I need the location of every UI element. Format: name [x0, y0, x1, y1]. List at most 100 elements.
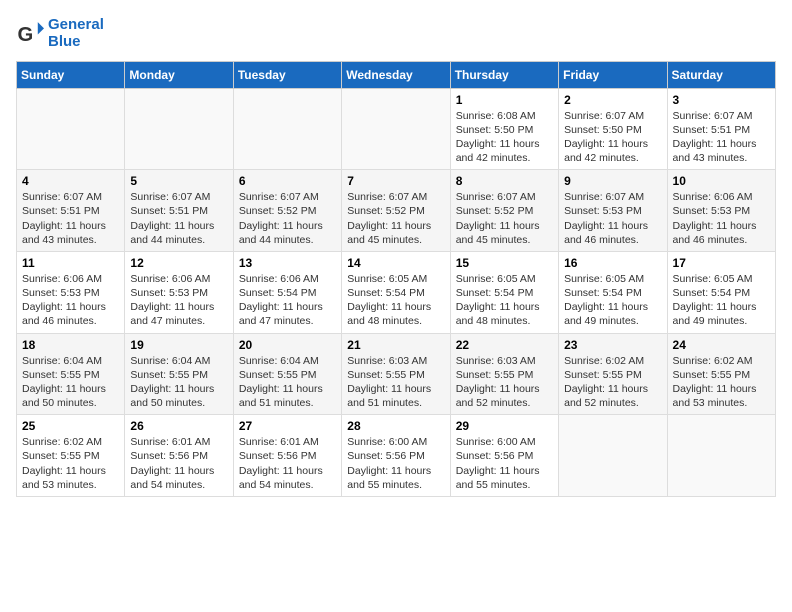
calendar-week-1: 1Sunrise: 6:08 AM Sunset: 5:50 PM Daylig… — [17, 88, 776, 170]
day-info: Sunrise: 6:05 AM Sunset: 5:54 PM Dayligh… — [456, 272, 553, 329]
day-info: Sunrise: 6:07 AM Sunset: 5:52 PM Dayligh… — [456, 190, 553, 247]
calendar-week-3: 11 Sunrise: 6:06 AM Sunset: 5:53 PM Dayli… — [17, 251, 776, 333]
calendar-cell: 5 Sunrise: 6:07 AM Sunset: 5:51 PM Daylig… — [125, 170, 233, 252]
day-info: Sunrise: 6:05 AM Sunset: 5:54 PM Dayligh… — [347, 272, 444, 329]
day-number: 13 — [239, 256, 336, 270]
day-info: Sunrise: 6:07 AM Sunset: 5:51 PM Dayligh… — [130, 190, 227, 247]
calendar-cell: 13 Sunrise: 6:06 AM Sunset: 5:54 PM Dayli… — [233, 251, 341, 333]
calendar-cell: 4 Sunrise: 6:07 AM Sunset: 5:51 PM Daylig… — [17, 170, 125, 252]
day-number: 21 — [347, 338, 444, 352]
day-info: Sunrise: 6:03 AM Sunset: 5:55 PM Dayligh… — [347, 354, 444, 411]
calendar-header: SundayMondayTuesdayWednesdayThursdayFrid… — [17, 61, 776, 88]
day-number: 2 — [564, 93, 661, 107]
day-number: 17 — [673, 256, 770, 270]
day-info: Sunrise: 6:07 AM Sunset: 5:51 PM Dayligh… — [673, 109, 770, 166]
calendar-cell: 18 Sunrise: 6:04 AM Sunset: 5:55 PM Dayli… — [17, 333, 125, 415]
day-number: 6 — [239, 174, 336, 188]
calendar-cell: 25Sunrise: 6:02 AM Sunset: 5:55 PM Dayli… — [17, 415, 125, 497]
calendar-cell: 8 Sunrise: 6:07 AM Sunset: 5:52 PM Daylig… — [450, 170, 558, 252]
calendar-cell: 23 Sunrise: 6:02 AM Sunset: 5:55 PM Dayli… — [559, 333, 667, 415]
header-tuesday: Tuesday — [233, 61, 341, 88]
day-number: 26 — [130, 419, 227, 433]
day-info: Sunrise: 6:04 AM Sunset: 5:55 PM Dayligh… — [239, 354, 336, 411]
calendar-cell: 1Sunrise: 6:08 AM Sunset: 5:50 PM Daylig… — [450, 88, 558, 170]
calendar-cell: 2 Sunrise: 6:07 AM Sunset: 5:50 PM Daylig… — [559, 88, 667, 170]
day-info: Sunrise: 6:02 AM Sunset: 5:55 PM Dayligh… — [564, 354, 661, 411]
day-info: Sunrise: 6:06 AM Sunset: 5:54 PM Dayligh… — [239, 272, 336, 329]
day-number: 23 — [564, 338, 661, 352]
calendar-cell: 29Sunrise: 6:00 AM Sunset: 5:56 PM Dayli… — [450, 415, 558, 497]
day-info: Sunrise: 6:03 AM Sunset: 5:55 PM Dayligh… — [456, 354, 553, 411]
day-number: 24 — [673, 338, 770, 352]
day-number: 25 — [22, 419, 119, 433]
day-number: 4 — [22, 174, 119, 188]
header-row: SundayMondayTuesdayWednesdayThursdayFrid… — [17, 61, 776, 88]
day-number: 1 — [456, 93, 553, 107]
day-number: 5 — [130, 174, 227, 188]
day-number: 15 — [456, 256, 553, 270]
day-number: 3 — [673, 93, 770, 107]
day-number: 19 — [130, 338, 227, 352]
day-info: Sunrise: 6:06 AM Sunset: 5:53 PM Dayligh… — [673, 190, 770, 247]
day-number: 22 — [456, 338, 553, 352]
day-info: Sunrise: 6:01 AM Sunset: 5:56 PM Dayligh… — [130, 435, 227, 492]
calendar-cell — [233, 88, 341, 170]
calendar-cell: 24 Sunrise: 6:02 AM Sunset: 5:55 PM Dayli… — [667, 333, 775, 415]
day-info: Sunrise: 6:06 AM Sunset: 5:53 PM Dayligh… — [130, 272, 227, 329]
svg-text:G: G — [18, 24, 34, 46]
calendar-cell: 28Sunrise: 6:00 AM Sunset: 5:56 PM Dayli… — [342, 415, 450, 497]
calendar-cell: 15 Sunrise: 6:05 AM Sunset: 5:54 PM Dayli… — [450, 251, 558, 333]
calendar-cell — [17, 88, 125, 170]
day-info: Sunrise: 6:06 AM Sunset: 5:53 PM Dayligh… — [22, 272, 119, 329]
logo: G General Blue — [16, 16, 104, 51]
day-number: 28 — [347, 419, 444, 433]
calendar-cell: 10 Sunrise: 6:06 AM Sunset: 5:53 PM Dayli… — [667, 170, 775, 252]
day-info: Sunrise: 6:02 AM Sunset: 5:55 PM Dayligh… — [673, 354, 770, 411]
calendar-cell: 7 Sunrise: 6:07 AM Sunset: 5:52 PM Daylig… — [342, 170, 450, 252]
day-number: 8 — [456, 174, 553, 188]
calendar-cell: 22 Sunrise: 6:03 AM Sunset: 5:55 PM Dayli… — [450, 333, 558, 415]
calendar-week-2: 4 Sunrise: 6:07 AM Sunset: 5:51 PM Daylig… — [17, 170, 776, 252]
day-info: Sunrise: 6:05 AM Sunset: 5:54 PM Dayligh… — [564, 272, 661, 329]
calendar-cell: 9 Sunrise: 6:07 AM Sunset: 5:53 PM Daylig… — [559, 170, 667, 252]
calendar-cell: 19 Sunrise: 6:04 AM Sunset: 5:55 PM Dayli… — [125, 333, 233, 415]
calendar-cell: 17Sunrise: 6:05 AM Sunset: 5:54 PM Dayli… — [667, 251, 775, 333]
calendar-cell: 11 Sunrise: 6:06 AM Sunset: 5:53 PM Dayli… — [17, 251, 125, 333]
day-number: 18 — [22, 338, 119, 352]
page-header: G General Blue — [16, 16, 776, 51]
day-info: Sunrise: 6:07 AM Sunset: 5:53 PM Dayligh… — [564, 190, 661, 247]
calendar-week-4: 18 Sunrise: 6:04 AM Sunset: 5:55 PM Dayli… — [17, 333, 776, 415]
day-number: 29 — [456, 419, 553, 433]
day-number: 9 — [564, 174, 661, 188]
calendar-cell: 12Sunrise: 6:06 AM Sunset: 5:53 PM Dayli… — [125, 251, 233, 333]
calendar-cell: 27Sunrise: 6:01 AM Sunset: 5:56 PM Dayli… — [233, 415, 341, 497]
day-number: 11 — [22, 256, 119, 270]
calendar-cell — [559, 415, 667, 497]
header-monday: Monday — [125, 61, 233, 88]
day-info: Sunrise: 6:07 AM Sunset: 5:52 PM Dayligh… — [239, 190, 336, 247]
day-info: Sunrise: 6:07 AM Sunset: 5:50 PM Dayligh… — [564, 109, 661, 166]
day-info: Sunrise: 6:04 AM Sunset: 5:55 PM Dayligh… — [130, 354, 227, 411]
calendar-week-5: 25Sunrise: 6:02 AM Sunset: 5:55 PM Dayli… — [17, 415, 776, 497]
calendar-body: 1Sunrise: 6:08 AM Sunset: 5:50 PM Daylig… — [17, 88, 776, 496]
calendar-cell: 26 Sunrise: 6:01 AM Sunset: 5:56 PM Dayli… — [125, 415, 233, 497]
day-info: Sunrise: 6:07 AM Sunset: 5:51 PM Dayligh… — [22, 190, 119, 247]
day-number: 14 — [347, 256, 444, 270]
logo-text: General Blue — [48, 16, 104, 51]
logo-icon: G — [16, 19, 44, 47]
header-sunday: Sunday — [17, 61, 125, 88]
calendar-cell: 3 Sunrise: 6:07 AM Sunset: 5:51 PM Daylig… — [667, 88, 775, 170]
calendar-cell: 16Sunrise: 6:05 AM Sunset: 5:54 PM Dayli… — [559, 251, 667, 333]
day-number: 10 — [673, 174, 770, 188]
header-wednesday: Wednesday — [342, 61, 450, 88]
day-number: 27 — [239, 419, 336, 433]
day-info: Sunrise: 6:04 AM Sunset: 5:55 PM Dayligh… — [22, 354, 119, 411]
calendar-table: SundayMondayTuesdayWednesdayThursdayFrid… — [16, 61, 776, 497]
calendar-cell: 20Sunrise: 6:04 AM Sunset: 5:55 PM Dayli… — [233, 333, 341, 415]
calendar-cell: 6 Sunrise: 6:07 AM Sunset: 5:52 PM Daylig… — [233, 170, 341, 252]
header-friday: Friday — [559, 61, 667, 88]
calendar-cell: 14 Sunrise: 6:05 AM Sunset: 5:54 PM Dayli… — [342, 251, 450, 333]
header-saturday: Saturday — [667, 61, 775, 88]
day-number: 7 — [347, 174, 444, 188]
day-info: Sunrise: 6:07 AM Sunset: 5:52 PM Dayligh… — [347, 190, 444, 247]
